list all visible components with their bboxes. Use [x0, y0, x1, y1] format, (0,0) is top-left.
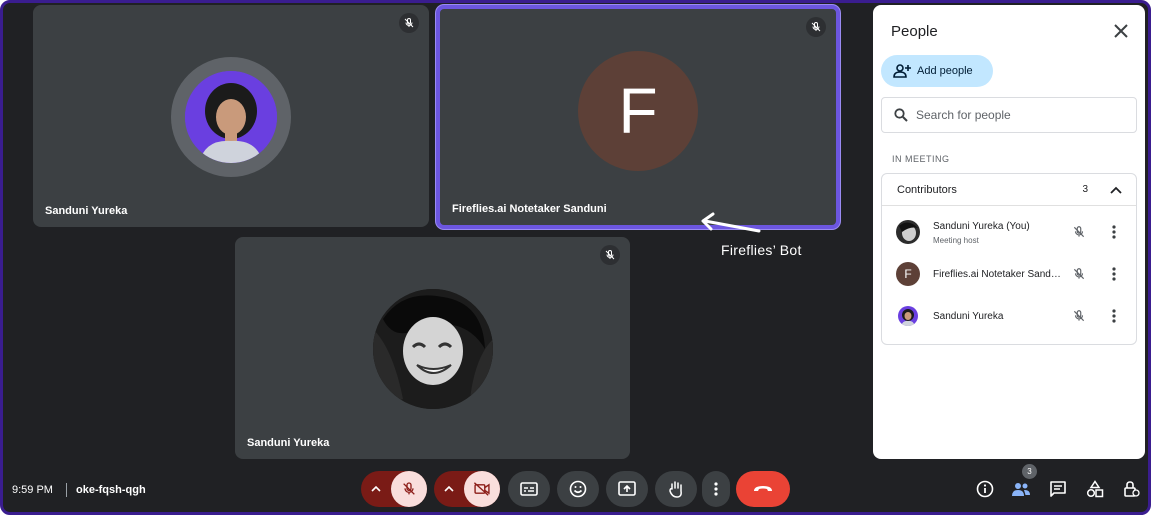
mic-off-icon	[1069, 222, 1089, 242]
info-icon	[976, 480, 994, 498]
participant-list-item[interactable]: Sanduni Yureka	[882, 296, 1138, 336]
participant-avatar	[896, 220, 920, 244]
mic-options-chevron-up-icon[interactable]	[361, 471, 391, 507]
people-button[interactable]	[1010, 478, 1032, 500]
mic-control	[361, 471, 427, 507]
present-icon	[618, 481, 636, 496]
mic-off-icon	[806, 17, 826, 37]
activities-shapes-icon	[1086, 480, 1104, 498]
host-lock-icon	[1124, 481, 1140, 497]
meeting-window: Sanduni Yureka F Fireflies.ai Notetaker …	[0, 0, 1151, 515]
present-screen-button[interactable]	[606, 471, 648, 507]
participant-avatar	[898, 306, 918, 326]
meeting-details-button[interactable]	[974, 478, 996, 500]
add-people-button[interactable]: Add people	[881, 55, 993, 87]
mic-toggle-button[interactable]	[391, 471, 427, 507]
contributors-group: Contributors 3 Sanduni Yureka (You) Meet…	[881, 173, 1137, 345]
participant-name: Fireflies.ai Notetaker Sanduni	[933, 268, 1061, 280]
raise-hand-button[interactable]	[655, 471, 697, 507]
more-options-button[interactable]	[702, 471, 730, 507]
people-icon	[1012, 483, 1030, 496]
emoji-icon	[569, 480, 587, 498]
search-icon	[894, 108, 908, 122]
camera-toggle-button[interactable]	[464, 471, 500, 507]
participant-name: Sanduni Yureka	[933, 310, 1004, 322]
more-options-icon[interactable]	[1107, 306, 1121, 326]
annotation-label: Fireflies’ Bot	[721, 242, 802, 258]
participant-avatar-letter: F	[578, 51, 698, 171]
participant-name: Sanduni Yureka	[45, 205, 128, 217]
hang-up-icon	[754, 486, 772, 491]
participant-role: Meeting host	[933, 236, 979, 245]
chat-button[interactable]	[1047, 478, 1069, 500]
group-count: 3	[1082, 184, 1088, 195]
add-people-label: Add people	[917, 65, 973, 77]
meeting-time: 9:59 PM	[12, 484, 53, 496]
more-vert-icon	[714, 482, 718, 496]
section-label: IN MEETING	[892, 154, 950, 164]
people-panel: People Add people IN MEETING Contributor…	[873, 5, 1145, 459]
chat-icon	[1050, 481, 1066, 497]
divider	[66, 483, 67, 497]
reactions-button[interactable]	[557, 471, 599, 507]
participant-count-badge: 3	[1022, 464, 1037, 479]
captions-button[interactable]	[508, 471, 550, 507]
participant-tile[interactable]: Sanduni Yureka	[235, 237, 630, 459]
participant-name: Fireflies.ai Notetaker Sanduni	[452, 203, 607, 215]
camera-control	[434, 471, 500, 507]
camera-options-chevron-up-icon[interactable]	[434, 471, 464, 507]
mic-off-icon	[1069, 264, 1089, 284]
group-label: Contributors	[897, 183, 957, 196]
participant-avatar	[171, 57, 291, 177]
more-options-icon[interactable]	[1107, 264, 1121, 284]
mic-off-icon	[403, 482, 415, 495]
participant-name: Sanduni Yureka	[247, 437, 330, 449]
hand-icon	[669, 481, 682, 498]
activities-button[interactable]	[1084, 478, 1106, 500]
meeting-code: oke-fqsh-qgh	[76, 484, 146, 496]
more-options-icon[interactable]	[1107, 222, 1121, 242]
participant-avatar	[373, 289, 493, 409]
participant-list-item[interactable]: Sanduni Yureka (You) Meeting host	[882, 212, 1138, 252]
mic-off-icon	[399, 13, 419, 33]
participant-tile-active[interactable]: F Fireflies.ai Notetaker Sanduni	[436, 5, 840, 229]
participant-avatar-letter: F	[896, 262, 920, 286]
contributors-header[interactable]: Contributors 3	[882, 174, 1136, 206]
person-add-icon	[893, 64, 911, 78]
annotation-arrow-icon	[701, 212, 761, 233]
camera-off-icon	[473, 482, 490, 496]
search-input[interactable]	[916, 108, 1116, 122]
panel-title: People	[891, 23, 938, 40]
chevron-up-icon[interactable]	[1110, 186, 1122, 194]
search-box[interactable]	[881, 97, 1137, 133]
participant-tile[interactable]: Sanduni Yureka	[33, 5, 429, 227]
captions-icon	[520, 482, 538, 496]
participant-list-item[interactable]: F Fireflies.ai Notetaker Sanduni	[882, 254, 1138, 294]
mic-off-icon	[600, 245, 620, 265]
end-call-button[interactable]	[736, 471, 790, 507]
mic-off-icon	[1069, 306, 1089, 326]
host-controls-button[interactable]	[1120, 478, 1142, 500]
close-icon[interactable]	[1111, 21, 1131, 41]
participant-name: Sanduni Yureka (You)	[933, 221, 1030, 232]
